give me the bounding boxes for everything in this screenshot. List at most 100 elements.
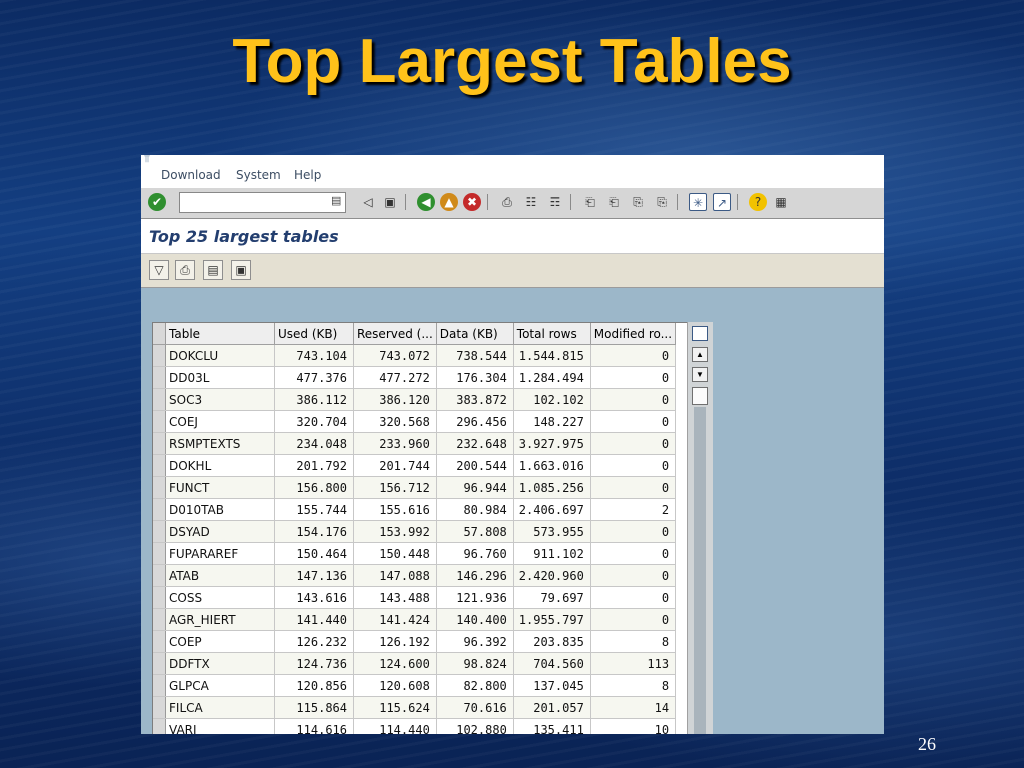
reserved-kb-cell[interactable]: 115.624 — [353, 696, 437, 719]
table-row[interactable]: DOKCLU 743.104 743.072 738.544 1.544.815 0 — [153, 344, 677, 367]
table-name-cell[interactable]: DDFTX — [165, 652, 275, 675]
data-kb-cell[interactable]: 738.544 — [436, 344, 514, 367]
used-kb-cell[interactable]: 156.800 — [274, 476, 354, 499]
reserved-kb-cell[interactable]: 477.272 — [353, 366, 437, 389]
next-page-icon[interactable]: ⎘ — [629, 193, 647, 211]
total-rows-cell[interactable]: 573.955 — [513, 520, 591, 543]
modified-rows-cell[interactable]: 0 — [590, 344, 677, 367]
data-kb-cell[interactable]: 98.824 — [436, 652, 514, 675]
menu-window-icon[interactable]: ⫪ — [144, 155, 150, 165]
column-header-data-kb[interactable]: Data (KB) — [436, 323, 514, 345]
total-rows-cell[interactable]: 1.284.494 — [513, 366, 591, 389]
row-selector[interactable] — [153, 388, 166, 411]
scrollbar-track[interactable] — [694, 407, 706, 734]
scrollbar-thumb[interactable] — [692, 387, 708, 405]
table-name-cell[interactable]: DD03L — [165, 366, 275, 389]
table-row[interactable]: GLPCA 120.856 120.608 82.800 137.045 8 — [153, 674, 677, 697]
table-row[interactable]: AGR_HIERT 141.440 141.424 140.400 1.955.797 0 — [153, 608, 677, 631]
table-name-cell[interactable]: DSYAD — [165, 520, 275, 543]
row-selector[interactable] — [153, 630, 166, 653]
used-kb-cell[interactable]: 154.176 — [274, 520, 354, 543]
row-selector[interactable] — [153, 674, 166, 697]
reserved-kb-cell[interactable]: 233.960 — [353, 432, 437, 455]
row-selector[interactable] — [153, 608, 166, 631]
cancel-icon[interactable]: ✖ — [463, 193, 481, 211]
table-row[interactable]: DSYAD 154.176 153.992 57.808 573.955 0 — [153, 520, 677, 543]
reserved-kb-cell[interactable]: 126.192 — [353, 630, 437, 653]
modified-rows-cell[interactable]: 0 — [590, 608, 677, 631]
data-kb-cell[interactable]: 140.400 — [436, 608, 514, 631]
data-kb-cell[interactable]: 96.392 — [436, 630, 514, 653]
table-row[interactable]: FUNCT 156.800 156.712 96.944 1.085.256 0 — [153, 476, 677, 499]
reserved-kb-cell[interactable]: 320.568 — [353, 410, 437, 433]
table-name-cell[interactable]: FUPARAREF — [165, 542, 275, 565]
used-kb-cell[interactable]: 141.440 — [274, 608, 354, 631]
used-kb-cell[interactable]: 120.856 — [274, 674, 354, 697]
shortcut-icon[interactable]: ↗ — [713, 193, 731, 211]
reserved-kb-cell[interactable]: 147.088 — [353, 564, 437, 587]
table-row[interactable]: ATAB 147.136 147.088 146.296 2.420.960 0 — [153, 564, 677, 587]
column-header-modified-rows[interactable]: Modified ro... — [590, 323, 677, 345]
reserved-kb-cell[interactable]: 201.744 — [353, 454, 437, 477]
reserved-kb-cell[interactable]: 743.072 — [353, 344, 437, 367]
table-name-cell[interactable]: VARI — [165, 718, 275, 734]
change-layout-icon[interactable]: ▣ — [231, 260, 251, 280]
table-row[interactable]: COSS 143.616 143.488 121.936 79.697 0 — [153, 586, 677, 609]
table-row[interactable]: DD03L 477.376 477.272 176.304 1.284.494 0 — [153, 366, 677, 389]
modified-rows-cell[interactable]: 0 — [590, 388, 677, 411]
table-row[interactable]: DDFTX 124.736 124.600 98.824 704.560 113 — [153, 652, 677, 675]
select-all-cell[interactable] — [153, 323, 166, 345]
table-row[interactable]: SOC3 386.112 386.120 383.872 102.102 0 — [153, 388, 677, 411]
toolbar-left-arrow-icon[interactable]: ◁ — [359, 193, 377, 211]
print-icon[interactable]: ⎙ — [498, 193, 516, 211]
table-name-cell[interactable]: DOKCLU — [165, 344, 275, 367]
modified-rows-cell[interactable]: 0 — [590, 476, 677, 499]
last-page-icon[interactable]: ⎘ — [653, 193, 671, 211]
print-preview-icon[interactable]: ⎙ — [175, 260, 195, 280]
table-name-cell[interactable]: COEP — [165, 630, 275, 653]
exit-icon[interactable]: ▲ — [440, 193, 458, 211]
reserved-kb-cell[interactable]: 386.120 — [353, 388, 437, 411]
row-selector[interactable] — [153, 476, 166, 499]
data-kb-cell[interactable]: 200.544 — [436, 454, 514, 477]
used-kb-cell[interactable]: 115.864 — [274, 696, 354, 719]
column-header-used-kb[interactable]: Used (KB) — [274, 323, 354, 345]
total-rows-cell[interactable]: 1.085.256 — [513, 476, 591, 499]
data-kb-cell[interactable]: 232.648 — [436, 432, 514, 455]
table-row[interactable]: FILCA 115.864 115.624 70.616 201.057 14 — [153, 696, 677, 719]
used-kb-cell[interactable]: 147.136 — [274, 564, 354, 587]
modified-rows-cell[interactable]: 8 — [590, 674, 677, 697]
total-rows-cell[interactable]: 137.045 — [513, 674, 591, 697]
row-selector[interactable] — [153, 586, 166, 609]
modified-rows-cell[interactable]: 14 — [590, 696, 677, 719]
menu-help[interactable]: Help — [294, 168, 321, 182]
find-icon[interactable]: ☷ — [522, 193, 540, 211]
table-row[interactable]: RSMPTEXTS 234.048 233.960 232.648 3.927.975 0 — [153, 432, 677, 455]
table-name-cell[interactable]: D010TAB — [165, 498, 275, 521]
data-kb-cell[interactable]: 121.936 — [436, 586, 514, 609]
menu-download[interactable]: Download — [161, 168, 221, 182]
modified-rows-cell[interactable]: 0 — [590, 542, 677, 565]
data-kb-cell[interactable]: 383.872 — [436, 388, 514, 411]
command-history-icon[interactable]: ▤ — [331, 194, 341, 207]
table-name-cell[interactable]: ATAB — [165, 564, 275, 587]
modified-rows-cell[interactable]: 0 — [590, 520, 677, 543]
table-row[interactable]: FUPARAREF 150.464 150.448 96.760 911.102 0 — [153, 542, 677, 565]
table-row[interactable]: COEJ 320.704 320.568 296.456 148.227 0 — [153, 410, 677, 433]
used-kb-cell[interactable]: 124.736 — [274, 652, 354, 675]
row-selector[interactable] — [153, 366, 166, 389]
total-rows-cell[interactable]: 102.102 — [513, 388, 591, 411]
used-kb-cell[interactable]: 155.744 — [274, 498, 354, 521]
data-kb-cell[interactable]: 57.808 — [436, 520, 514, 543]
modified-rows-cell[interactable]: 0 — [590, 586, 677, 609]
column-header-total-rows[interactable]: Total rows — [513, 323, 591, 345]
row-selector[interactable] — [153, 410, 166, 433]
layout-menu-icon[interactable]: ▦ — [772, 193, 790, 211]
reserved-kb-cell[interactable]: 150.448 — [353, 542, 437, 565]
total-rows-cell[interactable]: 201.057 — [513, 696, 591, 719]
table-name-cell[interactable]: RSMPTEXTS — [165, 432, 275, 455]
used-kb-cell[interactable]: 320.704 — [274, 410, 354, 433]
filter-icon[interactable]: ▽ — [149, 260, 169, 280]
table-name-cell[interactable]: FILCA — [165, 696, 275, 719]
table-name-cell[interactable]: FUNCT — [165, 476, 275, 499]
